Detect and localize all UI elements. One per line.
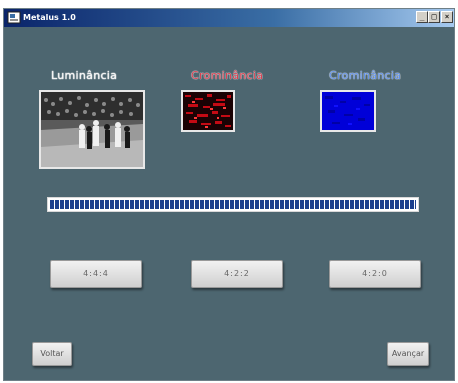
title-bar[interactable]: Metalus 1.0 _ □ × [4,9,454,27]
luminance-label: Luminância [51,69,118,82]
chrominance-blue-preview-image [320,90,376,132]
sampling-422-button[interactable]: 4:2:2 [191,260,283,288]
luminance-preview-image [39,90,145,169]
close-button[interactable]: × [441,11,453,23]
progress-fill [50,200,416,209]
next-button[interactable]: Avançar [387,342,429,366]
back-button[interactable]: Voltar [32,342,72,366]
chrominance-red-label: Crominância [191,69,264,82]
chrominance-blue-label: Crominância [329,69,402,82]
chrominance-red-preview-image [181,90,235,132]
sampling-444-button[interactable]: 4:4:4 [50,260,142,288]
window-title: Metalus 1.0 [23,13,76,22]
conversion-progress-bar [47,197,419,212]
maximize-button[interactable]: □ [428,11,440,23]
app-icon [7,11,21,24]
app-window: Metalus 1.0 _ □ × Luminância Crominância… [3,8,455,381]
minimize-button[interactable]: _ [416,11,428,23]
sampling-420-button[interactable]: 4:2:0 [329,260,421,288]
